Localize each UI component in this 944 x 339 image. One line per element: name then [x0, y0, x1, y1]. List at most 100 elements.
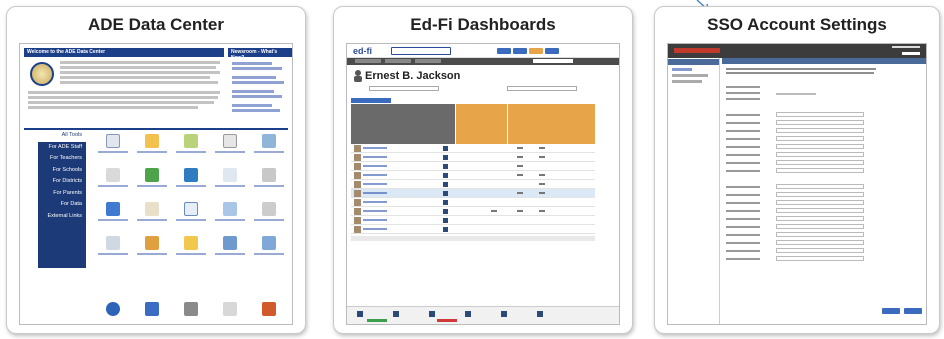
news-link[interactable]: [232, 90, 274, 93]
job-function-select[interactable]: [776, 136, 864, 141]
first-name-input[interactable]: [776, 112, 864, 117]
tools-item-teachers[interactable]: For Teachers: [38, 153, 86, 165]
tool-icon[interactable]: [184, 236, 198, 250]
tool-icon[interactable]: [145, 302, 159, 316]
tool-label[interactable]: [137, 253, 167, 255]
tool-label[interactable]: [215, 219, 245, 221]
skip-link[interactable]: [892, 46, 920, 48]
news-link[interactable]: [232, 67, 282, 70]
tool-label[interactable]: [254, 253, 284, 255]
answer-input[interactable]: [776, 224, 864, 229]
tool-icon[interactable]: [262, 202, 276, 216]
postal-address-input[interactable]: [776, 160, 864, 165]
search-input[interactable]: [533, 59, 573, 63]
news-link[interactable]: [232, 76, 276, 79]
tool-label[interactable]: [98, 151, 128, 153]
tool-icon[interactable]: [145, 134, 159, 148]
tool-label[interactable]: [137, 151, 167, 153]
email-input[interactable]: [776, 128, 864, 133]
tool-icon[interactable]: [145, 168, 159, 182]
tool-label[interactable]: [254, 219, 284, 221]
security-question-select[interactable]: [776, 184, 864, 189]
table-row[interactable]: [351, 225, 595, 234]
tool-icon[interactable]: [223, 236, 237, 250]
news-link[interactable]: [232, 104, 272, 107]
tool-label[interactable]: [137, 185, 167, 187]
tools-item-ade-staff[interactable]: For ADE Staff: [38, 142, 86, 154]
sidebar-link[interactable]: [672, 68, 692, 71]
news-link[interactable]: [232, 62, 272, 65]
last-name-input[interactable]: [776, 120, 864, 125]
tool-icon[interactable]: [184, 134, 198, 148]
tool-icon[interactable]: [262, 236, 276, 250]
table-row[interactable]: [351, 162, 595, 171]
cancel-button[interactable]: [904, 308, 922, 314]
table-row[interactable]: [351, 144, 595, 153]
tool-label[interactable]: [176, 185, 206, 187]
tool-icon[interactable]: [184, 202, 198, 216]
card-edfi-dashboards[interactable]: Ed-Fi Dashboards ed-fi Ernest B. Jackson: [333, 6, 633, 334]
sidebar-item-modify-profile[interactable]: [672, 80, 702, 83]
tool-icon[interactable]: [262, 302, 276, 316]
breadcrumb-item[interactable]: [355, 59, 381, 63]
tool-icon[interactable]: [223, 302, 237, 316]
print-button[interactable]: [513, 48, 527, 54]
tool-label[interactable]: [137, 219, 167, 221]
tool-icon[interactable]: [184, 168, 198, 182]
tool-icon[interactable]: [106, 168, 120, 182]
tool-label[interactable]: [254, 151, 284, 153]
tool-icon[interactable]: [262, 134, 276, 148]
card-ade-data-center[interactable]: ADE Data Center Welcome to the ADE Data …: [6, 6, 306, 334]
tools-item-districts[interactable]: For Districts: [38, 176, 86, 188]
city-input[interactable]: [776, 152, 864, 157]
table-row[interactable]: [351, 171, 595, 180]
table-pager[interactable]: [351, 236, 595, 241]
card-sso-account-settings[interactable]: SSO Account Settings: [654, 6, 940, 334]
table-row[interactable]: [351, 198, 595, 207]
tools-item-data[interactable]: For Data: [38, 199, 86, 211]
logout-button[interactable]: [545, 48, 559, 54]
tools-item-external[interactable]: External Links: [38, 211, 86, 223]
sign-out-link[interactable]: [902, 52, 920, 55]
security-question-select[interactable]: [776, 200, 864, 205]
customize-view-button[interactable]: [351, 98, 391, 103]
tool-label[interactable]: [215, 253, 245, 255]
table-row[interactable]: [351, 216, 595, 225]
table-row[interactable]: [351, 180, 595, 189]
news-link[interactable]: [232, 95, 282, 98]
tool-icon[interactable]: [262, 168, 276, 182]
breadcrumb-item[interactable]: [415, 59, 441, 63]
student-list-select[interactable]: [369, 86, 439, 91]
tool-label[interactable]: [98, 185, 128, 187]
tool-icon[interactable]: [106, 134, 120, 148]
tool-label[interactable]: [254, 185, 284, 187]
tool-icon[interactable]: [145, 202, 159, 216]
sidebar-item-change-password[interactable]: [672, 74, 708, 77]
breadcrumb-item[interactable]: [385, 59, 411, 63]
tool-label[interactable]: [98, 219, 128, 221]
answer-input[interactable]: [776, 256, 864, 261]
tool-label[interactable]: [98, 253, 128, 255]
news-link[interactable]: [232, 81, 284, 84]
table-row[interactable]: [351, 153, 595, 162]
tools-item-parents[interactable]: For Parents: [38, 188, 86, 200]
table-row[interactable]: [351, 189, 595, 198]
security-question-select[interactable]: [776, 216, 864, 221]
tools-item-all[interactable]: All Tools: [38, 130, 86, 142]
security-question-select[interactable]: [776, 248, 864, 253]
answer-input[interactable]: [776, 208, 864, 213]
tool-label[interactable]: [176, 151, 206, 153]
table-row[interactable]: [351, 207, 595, 216]
postal-code-input[interactable]: [776, 168, 864, 173]
work-phone-input[interactable]: [776, 144, 864, 149]
tool-icon[interactable]: [184, 302, 198, 316]
tools-item-schools[interactable]: For Schools: [38, 165, 86, 177]
answer-input[interactable]: [776, 192, 864, 197]
tool-icon[interactable]: [106, 236, 120, 250]
tool-label[interactable]: [176, 253, 206, 255]
tool-icon[interactable]: [223, 202, 237, 216]
tool-icon[interactable]: [106, 202, 120, 216]
answer-input[interactable]: [776, 240, 864, 245]
support-button[interactable]: [529, 48, 543, 54]
tool-icon[interactable]: [223, 168, 237, 182]
